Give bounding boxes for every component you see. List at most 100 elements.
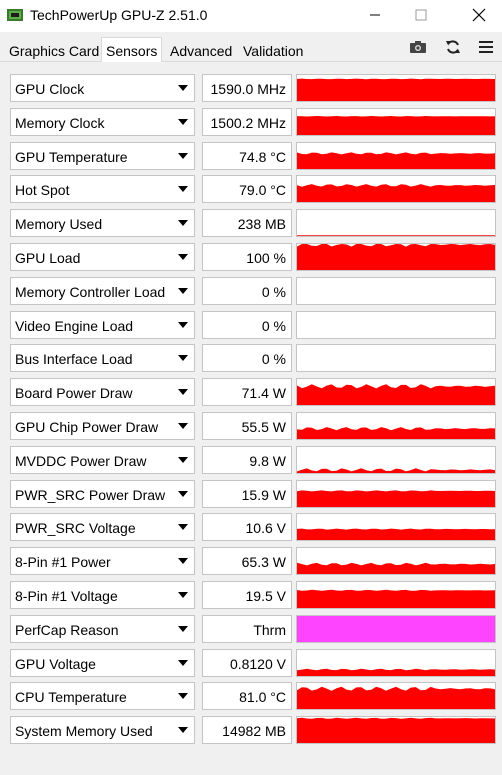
sensor-name-dropdown[interactable]: PWR_SRC Power Draw: [10, 479, 195, 508]
sensor-row-1: GPU Clock 1590.0 MHz: [0, 74, 502, 104]
sensor-value-box: 65.3 W: [202, 547, 292, 576]
sensor-name-label: GPU Clock: [15, 81, 85, 97]
sensor-value-box: 79.0 °C: [202, 175, 292, 204]
sensor-graph-plot: [297, 184, 495, 203]
sensor-row-19: CPU Temperature 81.0 °C: [0, 682, 502, 712]
sensor-graph-area: [297, 562, 495, 575]
sensor-graph-plot: [297, 589, 495, 608]
close-button[interactable]: [456, 0, 502, 30]
dropdown-arrow-icon: [178, 693, 188, 700]
sensor-value: 79.0 °C: [239, 182, 286, 199]
sensor-name-dropdown[interactable]: GPU Voltage: [10, 648, 195, 677]
sensor-row-3: GPU Temperature 74.8 °C: [0, 141, 502, 172]
dropdown-arrow-icon: [178, 118, 188, 125]
sensor-graph-plot: [297, 468, 495, 473]
sensor-row-8: Video Engine Load 0 %: [0, 310, 502, 341]
sensor-row-10: Board Power Draw 71.4 W: [0, 378, 502, 408]
sensor-value: 1590.0 MHz: [210, 81, 286, 97]
sensor-name-dropdown[interactable]: Board Power Draw: [10, 378, 195, 407]
sensor-name-dropdown[interactable]: GPU Chip Power Draw: [10, 412, 195, 440]
sensor-graph-plot: [297, 115, 495, 135]
sensor-name-label: Bus Interface Load: [15, 351, 133, 368]
sensor-graph-plot: [297, 615, 495, 642]
sensor-value: 0 %: [261, 317, 286, 334]
sensor-graph-plot: [297, 427, 495, 439]
sensor-graph-area: [297, 115, 495, 135]
sensor-name-label: GPU Chip Power Draw: [15, 419, 159, 435]
sensor-name-dropdown[interactable]: GPU Load: [10, 243, 195, 271]
sensor-value-box: 15.9 W: [202, 479, 292, 508]
sensor-graph-plot: [297, 562, 495, 575]
sensor-graph-plot: [297, 717, 495, 744]
sensor-value: 238 MB: [237, 216, 286, 233]
sensor-name-label: PerfCap Reason: [15, 621, 119, 638]
sensor-row-18: GPU Voltage 0.8120 V: [0, 648, 502, 679]
sensor-name-label: Memory Clock: [15, 114, 105, 131]
sensor-graph: [296, 344, 496, 373]
tab-graphics-card[interactable]: Graphics Card: [5, 40, 103, 62]
sensor-value-box: 0 %: [202, 310, 292, 339]
tab-validation[interactable]: Validation: [239, 40, 307, 62]
tab-sensors[interactable]: Sensors: [101, 37, 163, 63]
sensor-graph: [296, 74, 496, 102]
sensor-name-dropdown[interactable]: GPU Temperature: [10, 141, 195, 170]
sensor-graph: [296, 614, 496, 643]
tab-advanced[interactable]: Advanced: [166, 40, 236, 62]
sensor-value: 9.8 W: [249, 452, 286, 469]
menu-button[interactable]: [475, 38, 497, 56]
sensor-graph-plot: [297, 244, 495, 270]
minimize-button[interactable]: [352, 0, 398, 30]
close-icon: [472, 8, 486, 22]
sensor-name-label: PWR_SRC Power Draw: [15, 486, 166, 503]
screenshot-button[interactable]: [407, 38, 429, 56]
dropdown-arrow-icon: [178, 490, 188, 497]
sensor-value: 74.8 °C: [239, 148, 286, 165]
sensor-value: 19.5 V: [245, 588, 286, 604]
maximize-icon: [415, 9, 427, 21]
dropdown-arrow-icon: [178, 423, 188, 429]
sensor-graph: [296, 716, 496, 745]
sensor-graph: [296, 445, 496, 474]
sensor-name-label: 8-Pin #1 Power: [15, 554, 111, 571]
sensor-name-dropdown[interactable]: GPU Clock: [10, 74, 195, 102]
sensor-value-box: 74.8 °C: [202, 141, 292, 170]
sensor-graph-area: [297, 468, 495, 473]
sensor-name-dropdown[interactable]: 8-Pin #1 Power: [10, 547, 195, 576]
title-bar[interactable]: TechPowerUp GPU-Z 2.51.0: [0, 0, 502, 32]
dropdown-arrow-icon: [178, 287, 188, 294]
dropdown-arrow-icon: [178, 524, 188, 531]
window-title: TechPowerUp GPU-Z 2.51.0: [30, 7, 208, 23]
sensor-name-dropdown[interactable]: 8-Pin #1 Voltage: [10, 581, 195, 609]
sensor-name-dropdown[interactable]: Memory Used: [10, 209, 195, 238]
sensor-name-dropdown[interactable]: Memory Controller Load: [10, 276, 195, 305]
sensor-name-dropdown[interactable]: Memory Clock: [10, 107, 195, 136]
sensor-name-dropdown[interactable]: PerfCap Reason: [10, 614, 195, 643]
sensor-graph-plot: [297, 687, 495, 710]
maximize-button[interactable]: [398, 0, 444, 30]
sensor-graph-plot: [297, 489, 495, 507]
sensor-name-dropdown[interactable]: Hot Spot: [10, 175, 195, 204]
dropdown-arrow-icon: [178, 727, 188, 734]
sensor-value-box: 238 MB: [202, 209, 292, 238]
sensor-graph-area: [297, 244, 495, 270]
sensor-name-label: Memory Used: [15, 216, 103, 233]
sensor-value-box: 0 %: [202, 276, 292, 305]
sensor-graph-plot: [297, 151, 495, 169]
sensor-graph: [296, 276, 496, 305]
sensor-name-dropdown[interactable]: Bus Interface Load: [10, 344, 195, 373]
sensor-name-dropdown[interactable]: Video Engine Load: [10, 310, 195, 339]
dropdown-arrow-icon: [178, 659, 188, 666]
sensor-name-dropdown[interactable]: System Memory Used: [10, 716, 195, 745]
sensor-name-dropdown[interactable]: CPU Temperature: [10, 682, 195, 711]
sensor-value: 14982 MB: [222, 723, 286, 740]
sensor-graph-plot: [297, 78, 495, 101]
dropdown-arrow-icon: [178, 389, 188, 396]
refresh-button[interactable]: [442, 38, 464, 56]
sensor-value: 15.9 W: [241, 486, 286, 503]
sensor-value: 0.8120 V: [229, 655, 286, 672]
sensor-name-dropdown[interactable]: MVDDC Power Draw: [10, 445, 195, 474]
dropdown-arrow-icon: [178, 85, 188, 91]
sensor-name-dropdown[interactable]: PWR_SRC Voltage: [10, 513, 195, 542]
sensor-name-label: 8-Pin #1 Voltage: [15, 588, 118, 604]
sensor-row-4: Hot Spot 79.0 °C: [0, 175, 502, 205]
